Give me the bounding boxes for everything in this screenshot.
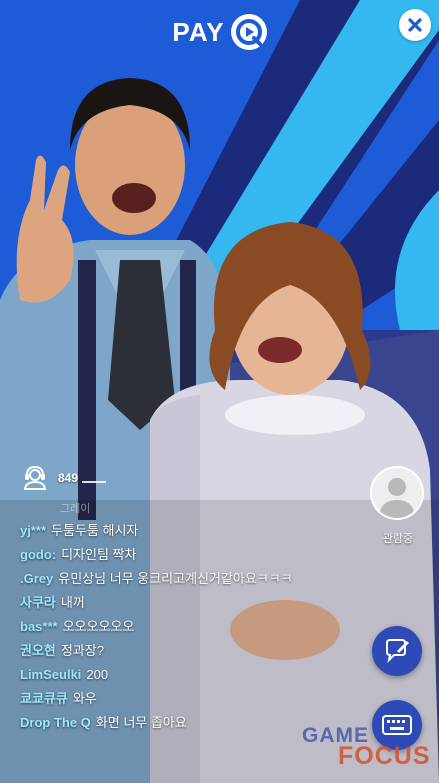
viewer-divider xyxy=(82,481,106,483)
chat-username[interactable]: 사쿠라 xyxy=(20,595,56,610)
chat-text: 화면 너무 좁아요 xyxy=(95,715,187,730)
chat-message: LimSeulki 200 xyxy=(20,663,360,687)
chat-text: 200 xyxy=(86,667,109,682)
headset-person-icon xyxy=(23,465,47,490)
chat-text: 두툼두툼 해시자 xyxy=(51,523,139,538)
gamefocus-watermark: GAME FOCUS xyxy=(302,724,439,780)
chat-username[interactable]: yj*** xyxy=(20,523,46,538)
watermark-line2: FOCUS xyxy=(338,742,431,770)
chat-text: 내꺼 xyxy=(60,595,85,610)
chat-username[interactable]: bas*** xyxy=(20,619,58,634)
live-stream-screen: PAY 849 그레이 yj*** 두툼두툼 해시자 godo: 디자인팀 짝차 xyxy=(0,0,439,783)
chat-message: yj*** 두툼두툼 해시자 xyxy=(20,519,360,543)
chat-message: 쿄쿄큐큐 와우 xyxy=(20,687,360,711)
user-avatar-icon xyxy=(372,468,422,518)
pay-q-logo: PAY xyxy=(0,10,439,54)
chat-text: 디자인팀 짝차 xyxy=(61,547,137,562)
chat-message: 권오현 정과장? xyxy=(20,639,360,663)
write-chat-button[interactable] xyxy=(372,626,422,676)
chat-message: bas*** 오오오오오오 xyxy=(20,615,360,639)
chat-username[interactable]: Drop The Q xyxy=(20,715,91,730)
chat-list: yj*** 두툼두툼 해시자 godo: 디자인팀 짝차 .Grey 유민상님 너무 … xyxy=(20,519,360,735)
chat-username[interactable]: .Grey xyxy=(20,571,53,586)
chat-text: 오오오오오오 xyxy=(62,619,135,634)
chat-username[interactable]: 권오현 xyxy=(20,643,56,658)
watching-label: 관람중 xyxy=(382,533,414,545)
watching-avatar[interactable] xyxy=(370,466,424,520)
chat-username[interactable]: LimSeulki xyxy=(20,667,81,682)
faded-username: 그레이 xyxy=(60,503,91,515)
chat-text: 와우 xyxy=(72,691,97,706)
close-button[interactable] xyxy=(399,9,431,41)
brand-text: PAY xyxy=(172,16,225,47)
close-icon xyxy=(408,18,422,32)
chat-message: godo: 디자인팀 짝차 xyxy=(20,543,360,567)
chat-edit-icon xyxy=(386,639,409,664)
chat-username[interactable]: godo: xyxy=(20,547,56,562)
viewer-count: 849 xyxy=(22,465,78,491)
chat-message: 사쿠라 내꺼 xyxy=(20,591,360,615)
q-play-logo-icon xyxy=(230,14,267,50)
chat-message: .Grey 유민상님 너무 웅크리고계신거같아요ㅋㅋㅋ xyxy=(20,567,360,591)
viewer-count-number: 849 xyxy=(58,471,79,485)
chat-text: 유민상님 너무 웅크리고계신거같아요ㅋㅋㅋ xyxy=(58,571,293,586)
chat-text: 정과장? xyxy=(60,643,105,658)
chat-username[interactable]: 쿄쿄큐큐 xyxy=(20,691,68,706)
